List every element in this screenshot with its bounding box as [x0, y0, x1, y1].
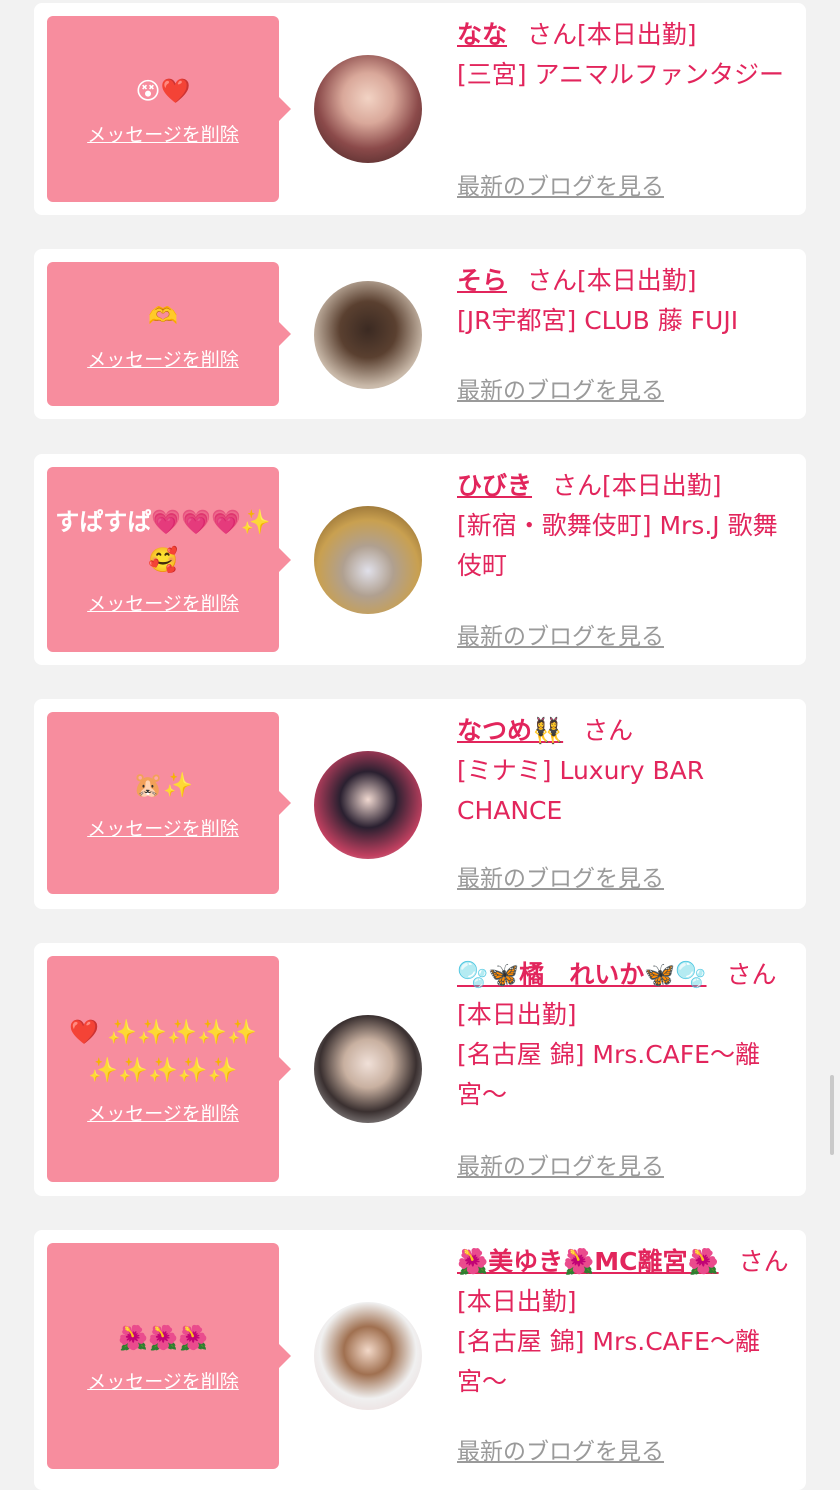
profile-info: 🫧🦋橘 れいか🦋🫧 さん [本日出勤] [名古屋 錦] Mrs.CAFE〜離宮〜	[457, 955, 797, 1115]
delete-message-link[interactable]: メッセージを削除	[87, 1367, 239, 1394]
message-card: すぱすぱ💗💗💗✨🥰 メッセージを削除 ひびき さん[本日出勤] [新宿・歌舞伎町]…	[34, 454, 806, 665]
delete-message-link[interactable]: メッセージを削除	[87, 1099, 239, 1126]
delete-message-link[interactable]: メッセージを削除	[87, 120, 239, 147]
message-text: ❤️ ✨✨✨✨✨✨✨✨✨✨	[69, 1017, 257, 1084]
avatar[interactable]	[314, 1302, 422, 1410]
message-bubble: 🐹✨ メッセージを削除	[47, 712, 291, 894]
message-bubble: 🌺🌺🌺 メッセージを削除	[47, 1243, 291, 1469]
latest-blog-link[interactable]: 最新のブログを見る	[457, 1432, 664, 1466]
honorific: さん	[726, 960, 777, 989]
avatar[interactable]	[314, 506, 422, 614]
honorific: さん	[552, 471, 603, 500]
message-text: すぱすぱ💗💗💗✨🥰	[55, 508, 271, 574]
latest-blog-link[interactable]: 最新のブログを見る	[457, 617, 664, 651]
profile-info: なな さん[本日出勤] [三宮] アニマルファンタジー	[457, 15, 797, 95]
scrollbar[interactable]	[830, 1075, 834, 1155]
latest-blog-link[interactable]: 最新のブログを見る	[457, 167, 664, 201]
profile-info: ひびき さん[本日出勤] [新宿・歌舞伎町] Mrs.J 歌舞伎町	[457, 466, 797, 586]
latest-blog-link[interactable]: 最新のブログを見る	[457, 859, 664, 893]
delete-message-link[interactable]: メッセージを削除	[87, 345, 239, 372]
profile-name-link[interactable]: 🌺美ゆき🌺MC離宮🌺	[457, 1247, 719, 1276]
shop-name: [名古屋 錦] Mrs.CAFE〜離宮〜	[457, 1327, 760, 1396]
shop-name: [名古屋 錦] Mrs.CAFE〜離宮〜	[457, 1040, 760, 1109]
honorific: さん	[527, 266, 578, 295]
honorific: さん	[738, 1247, 789, 1276]
latest-blog-link[interactable]: 最新のブログを見る	[457, 1147, 664, 1181]
shop-name: [三宮] アニマルファンタジー	[457, 60, 784, 89]
delete-message-link[interactable]: メッセージを削除	[87, 814, 239, 841]
profile-name-link[interactable]: なな	[457, 20, 507, 49]
profile-name-link[interactable]: なつめ👯‍♀️	[457, 716, 563, 745]
profile-info: そら さん[本日出勤] [JR宇都宮] CLUB 藤 FUJI	[457, 261, 797, 341]
status-badge: [本日出勤]	[602, 471, 722, 500]
delete-message-link[interactable]: メッセージを削除	[87, 589, 239, 616]
message-card: 🌺🌺🌺 メッセージを削除 🌺美ゆき🌺MC離宮🌺 さん [本日出勤] [名古屋 錦] …	[34, 1230, 806, 1490]
message-card: 🫶 メッセージを削除 そら さん[本日出勤] [JR宇都宮] CLUB 藤 FUJ…	[34, 249, 806, 419]
message-card: 🐹✨ メッセージを削除 なつめ👯‍♀️ さん [ミナミ] Luxury BAR C…	[34, 699, 806, 909]
profile-name-link[interactable]: そら	[457, 266, 507, 295]
profile-info: なつめ👯‍♀️ さん [ミナミ] Luxury BAR CHANCE	[457, 711, 797, 831]
message-text: 🌺🌺🌺	[118, 1323, 208, 1352]
message-bubble: ❤️ ✨✨✨✨✨✨✨✨✨✨ メッセージを削除	[47, 956, 291, 1182]
message-text: 😵❤️	[135, 76, 191, 105]
message-bubble: すぱすぱ💗💗💗✨🥰 メッセージを削除	[47, 467, 291, 652]
latest-blog-link[interactable]: 最新のブログを見る	[457, 371, 664, 405]
message-text: 🐹✨	[133, 770, 193, 799]
avatar[interactable]	[314, 1015, 422, 1123]
avatar[interactable]	[314, 55, 422, 163]
status-badge: [本日出勤]	[457, 1000, 577, 1029]
shop-name: [新宿・歌舞伎町] Mrs.J 歌舞伎町	[457, 511, 778, 580]
shop-name: [JR宇都宮] CLUB 藤 FUJI	[457, 306, 739, 335]
message-bubble: 😵❤️ メッセージを削除	[47, 16, 291, 202]
honorific: さん	[527, 20, 578, 49]
avatar[interactable]	[314, 281, 422, 389]
profile-name-link[interactable]: ひびき	[457, 471, 532, 500]
shop-name: [ミナミ] Luxury BAR CHANCE	[457, 756, 705, 825]
avatar[interactable]	[314, 751, 422, 859]
status-badge: [本日出勤]	[457, 1287, 577, 1316]
profile-info: 🌺美ゆき🌺MC離宮🌺 さん [本日出勤] [名古屋 錦] Mrs.CAFE〜離宮〜	[457, 1242, 797, 1402]
honorific: さん	[583, 716, 634, 745]
status-badge: [本日出勤]	[577, 266, 697, 295]
message-bubble: 🫶 メッセージを削除	[47, 262, 291, 406]
message-text: 🫶	[148, 301, 178, 330]
message-card: ❤️ ✨✨✨✨✨✨✨✨✨✨ メッセージを削除 🫧🦋橘 れいか🦋🫧 さん [本日出勤]…	[34, 943, 806, 1196]
status-badge: [本日出勤]	[577, 20, 697, 49]
profile-name-link[interactable]: 🫧🦋橘 れいか🦋🫧	[457, 960, 707, 989]
message-card: 😵❤️ メッセージを削除 なな さん[本日出勤] [三宮] アニマルファンタジー …	[34, 3, 806, 215]
